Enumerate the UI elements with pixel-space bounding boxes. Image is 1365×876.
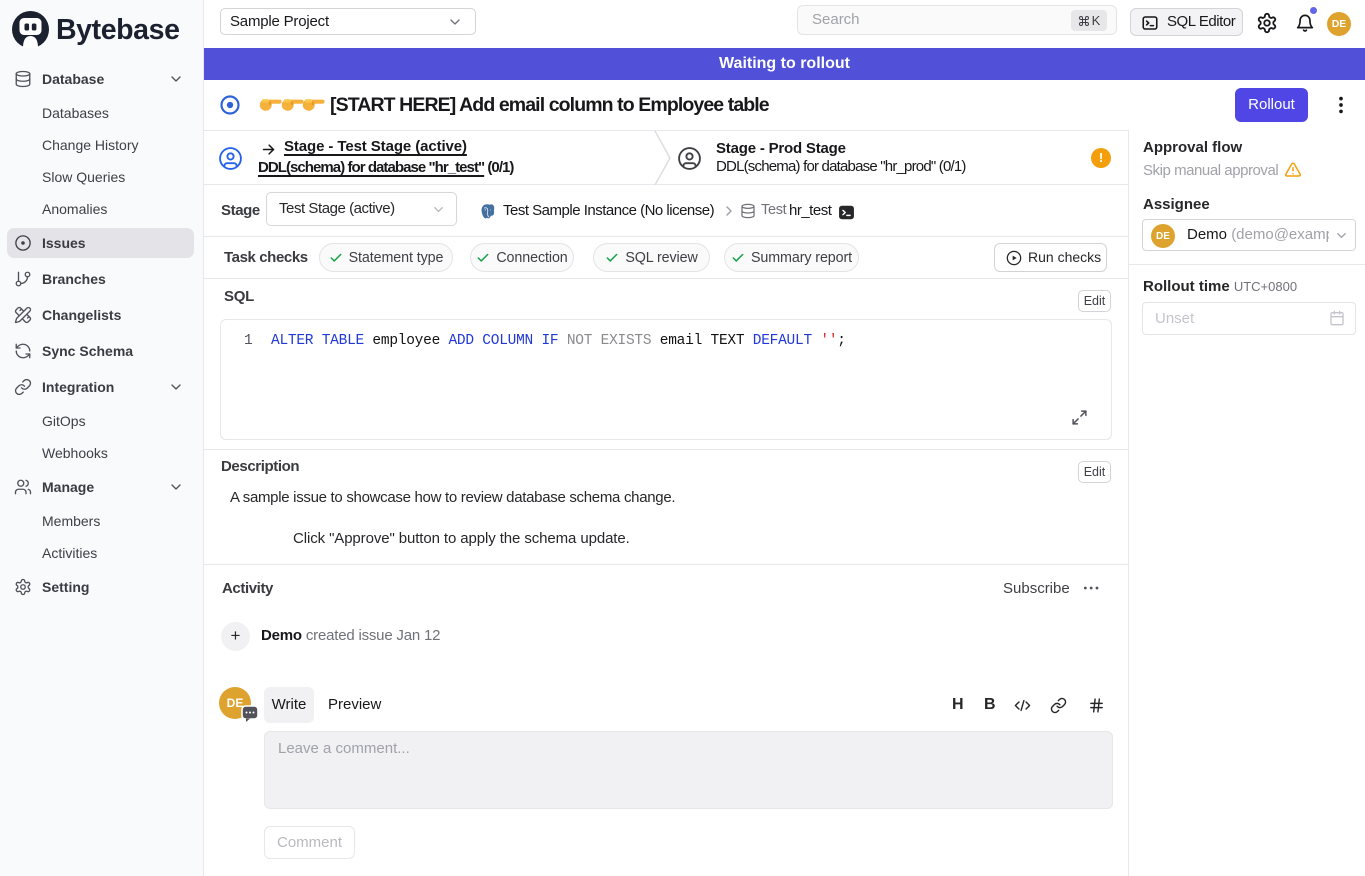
svg-text:Bytebase: Bytebase [56,14,180,46]
